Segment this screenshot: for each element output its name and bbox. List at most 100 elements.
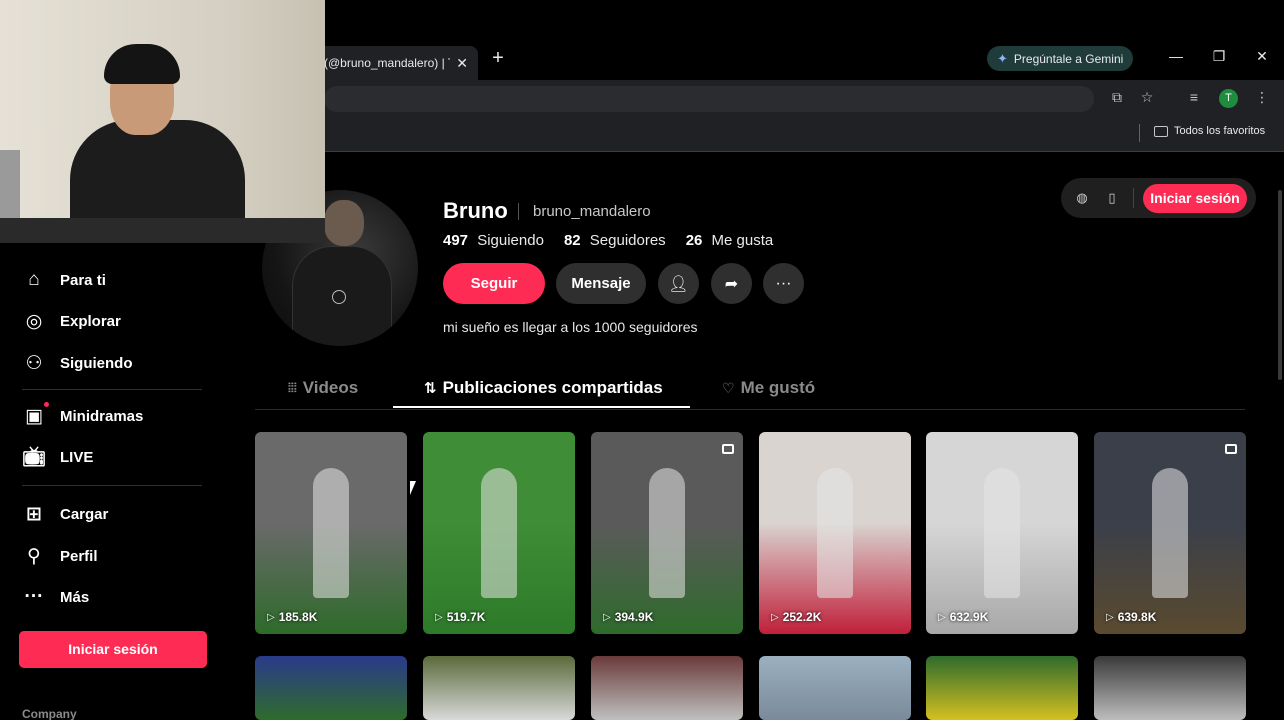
all-bookmarks-button[interactable]: Todos los favoritos (1154, 125, 1265, 137)
sidebar-item-siguiendo[interactable]: ⚇ Siguiendo (22, 351, 133, 375)
tab-shared-posts[interactable]: ⇅ Publicaciones compartidas (424, 378, 663, 398)
video-thumbnail (648, 468, 685, 599)
video-card[interactable]: ▷ 639.8K (1094, 432, 1246, 634)
following-label: Siguiendo (477, 232, 544, 249)
gemini-button[interactable]: ✦ Pregúntale a Gemini (987, 46, 1134, 71)
sidebar-item-cargar[interactable]: ⊞ Cargar (22, 502, 108, 526)
view-count-text: 394.9K (614, 610, 654, 624)
video-thumbnail (480, 468, 517, 599)
tab-videos[interactable]: ⦙⦙⦙ Videos (288, 378, 358, 398)
view-count-text: 519.7K (446, 610, 486, 624)
restore-window-icon[interactable]: ❐ (1209, 48, 1229, 65)
video-card[interactable]: ▷ 632.9K (926, 432, 1078, 634)
browser-tab[interactable]: (@bruno_mandalero) | Ti ✕ (314, 46, 478, 80)
tab-liked[interactable]: ♡ Me gustó (722, 378, 815, 398)
sidebar-divider (22, 389, 202, 390)
view-count-text: 185.8K (278, 610, 318, 624)
view-count-text: 639.8K (1117, 610, 1157, 624)
message-button[interactable]: Mensaje (556, 263, 646, 304)
gemini-label: Pregúntale a Gemini (1013, 51, 1124, 66)
compass-icon: ◎ (25, 310, 43, 332)
sidebar-item-minidramas[interactable]: ▣ Minidramas (22, 404, 143, 428)
live-icon: 📺︎ (21, 447, 47, 468)
video-card[interactable]: ▷ 519.7K (423, 432, 575, 634)
sidebar-item-label: Cargar (60, 505, 109, 523)
sidebar-item-perfil[interactable]: ⚲ Perfil (22, 544, 97, 568)
video-card[interactable]: ▷ 185.8K (255, 432, 407, 634)
profile-bio: mi sueño es llegar a los 1000 seguidores (443, 319, 698, 335)
folder-icon (1154, 125, 1168, 137)
name-divider (518, 203, 519, 220)
video-card[interactable]: ▷ 252.2K (759, 432, 911, 634)
heart-icon: ♡ (722, 379, 735, 396)
header-login-button[interactable]: Iniciar sesión (1143, 184, 1247, 213)
video-card[interactable]: ▷ 394.9K (591, 432, 743, 634)
followers-stat[interactable]: 82 Seguidores (564, 232, 666, 249)
view-count: ▷ 252.2K (771, 610, 821, 624)
likes-label: Me gusta (711, 232, 774, 249)
sidebar-item-live[interactable]: 📺︎ LIVE (22, 445, 93, 469)
profile-icon: ⚲ (27, 545, 41, 567)
video-card[interactable] (255, 656, 407, 720)
coin-icon[interactable]: ◍ (1073, 189, 1091, 207)
sidebar-item-label: Más (60, 588, 90, 606)
browser-profile-avatar[interactable]: T (1219, 89, 1238, 108)
add-friend-button[interactable]: 👤︎ (658, 263, 699, 304)
video-card[interactable] (759, 656, 911, 720)
following-icon: ⚇ (25, 352, 43, 374)
video-card[interactable] (926, 656, 1078, 720)
play-icon: ▷ (267, 611, 275, 623)
avatar-figure-head (324, 200, 364, 246)
address-bar[interactable] (324, 86, 1094, 112)
video-card[interactable] (423, 656, 575, 720)
browser-menu-icon[interactable]: ⋮ (1253, 89, 1271, 106)
notification-dot (44, 402, 49, 407)
followers-label: Seguidores (589, 232, 666, 249)
view-count-text: 632.9K (949, 610, 989, 624)
page-scrollbar[interactable] (1278, 190, 1282, 380)
profile-display-name: Bruno (443, 198, 508, 223)
view-count-text: 252.2K (782, 610, 822, 624)
likes-stat: 26 Me gusta (686, 232, 774, 249)
view-count: ▷ 632.9K (938, 610, 988, 624)
mouse-cursor-icon (410, 481, 416, 495)
following-stat[interactable]: 497 Siguiendo (443, 232, 544, 249)
close-tab-icon[interactable]: ✕ (456, 55, 468, 72)
follow-button[interactable]: Seguir (443, 263, 545, 304)
sidebar-item-label: Minidramas (60, 407, 144, 425)
sidebar-item-label: Siguiendo (60, 354, 133, 372)
mobile-icon[interactable]: ▯ (1103, 189, 1121, 207)
profile-username: bruno_mandalero (533, 203, 651, 220)
tab-label: Me gustó (740, 378, 816, 397)
close-window-icon[interactable]: ✕ (1252, 48, 1272, 65)
share-button[interactable]: ➦ (711, 263, 752, 304)
company-link[interactable]: Company (22, 707, 77, 720)
media-queue-icon[interactable]: ≡ (1185, 89, 1203, 105)
upload-icon: ⊞ (26, 503, 42, 525)
more-options-button[interactable]: ··· (763, 263, 804, 304)
view-count: ▷ 519.7K (435, 610, 485, 624)
following-count: 497 (443, 232, 469, 249)
avatar-crest (332, 290, 346, 304)
header-actions-divider (1133, 188, 1134, 208)
video-thumbnail (312, 468, 349, 599)
video-card[interactable] (1094, 656, 1246, 720)
minimize-window-icon[interactable]: — (1166, 48, 1186, 64)
sidebar-divider (22, 485, 202, 486)
bookmark-star-icon[interactable]: ☆ (1138, 89, 1156, 106)
video-thumbnail (983, 468, 1020, 599)
active-tab-indicator (393, 406, 690, 408)
sidebar-login-button[interactable]: Iniciar sesión (19, 631, 207, 668)
video-card[interactable] (591, 656, 743, 720)
video-thumbnail (1151, 468, 1188, 599)
new-tab-button[interactable]: + (488, 48, 508, 68)
sidebar-item-explorar[interactable]: ◎ Explorar (22, 309, 121, 333)
install-app-icon[interactable]: ⧉ (1108, 89, 1126, 106)
tab-label: Publicaciones compartidas (442, 378, 663, 397)
tab-label: Videos (302, 378, 359, 397)
likes-count: 26 (685, 232, 703, 249)
sidebar-item-para-ti[interactable]: ⌂ Para ti (22, 268, 106, 292)
play-icon: ▷ (771, 611, 779, 623)
sidebar-item-mas[interactable]: ··· Más (22, 585, 90, 609)
add-user-icon: 👤︎ (668, 275, 689, 293)
